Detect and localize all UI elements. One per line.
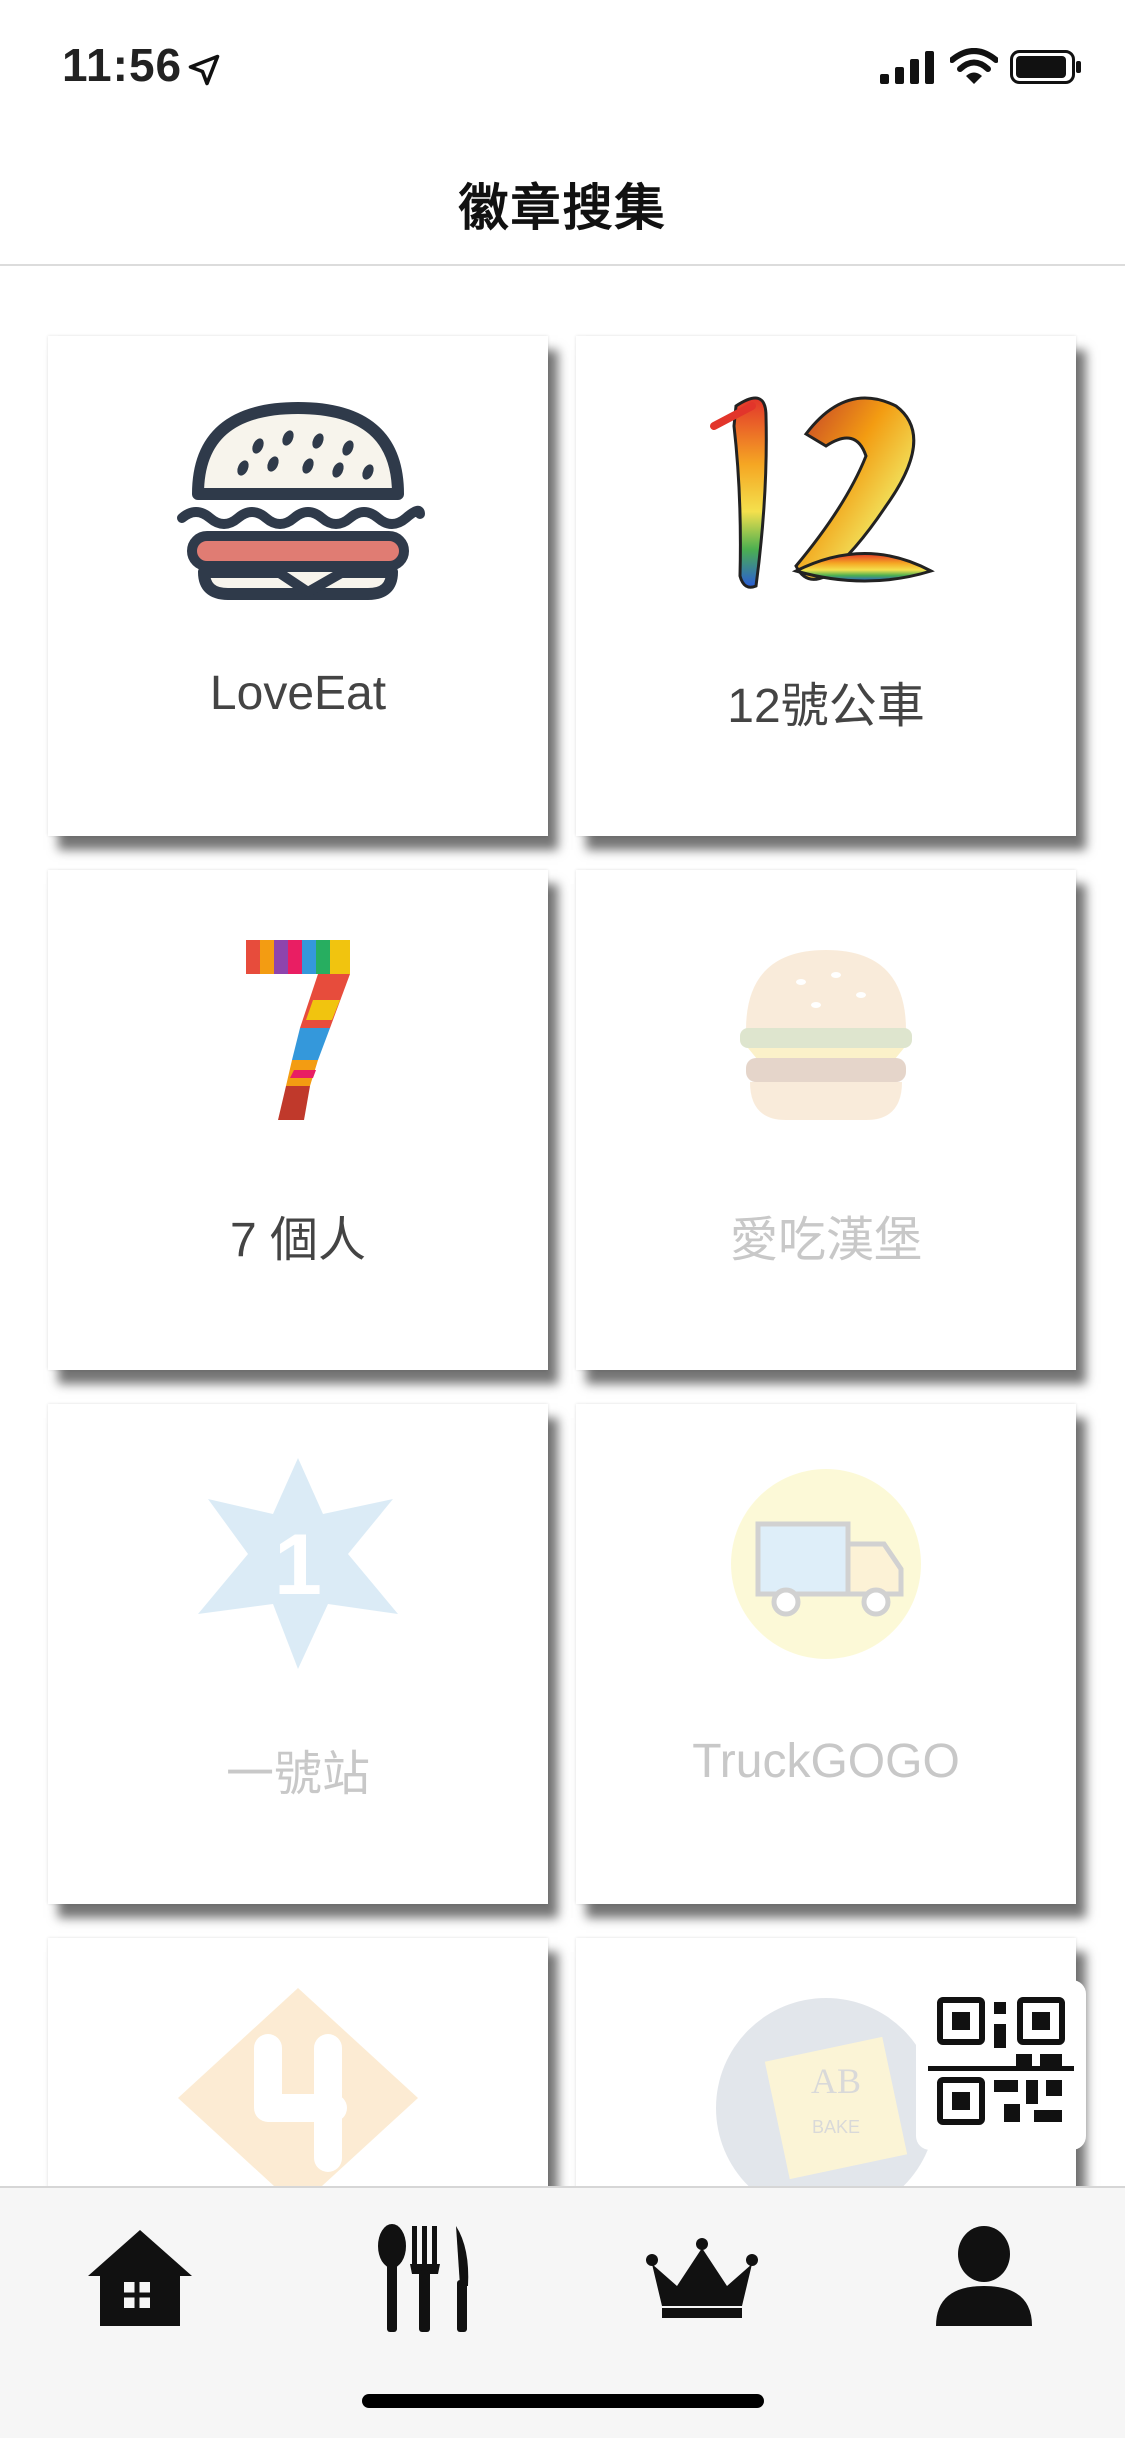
cutlery-icon	[378, 2224, 469, 2332]
tab-home[interactable]	[70, 2208, 210, 2348]
battery-icon	[1010, 50, 1081, 84]
badge-card-seven-people[interactable]: 7 個人	[48, 870, 548, 1370]
cellular-signal-icon	[880, 51, 934, 84]
wifi-icon	[950, 48, 998, 84]
svg-text:BAKE: BAKE	[812, 2117, 860, 2137]
svg-text:1: 1	[274, 1517, 322, 1613]
badge-card-love-burger[interactable]: 愛吃漢堡	[576, 870, 1076, 1370]
page-title: 徽章搜集	[458, 180, 667, 236]
diamond-4-icon	[178, 1988, 418, 2186]
cheeseburger-icon	[740, 950, 912, 1120]
tab-profile[interactable]	[914, 2208, 1054, 2348]
tab-dining[interactable]	[352, 2208, 492, 2348]
qr-code-icon	[928, 1997, 1074, 2125]
house-icon	[88, 2230, 192, 2326]
badge-label: LoveEat	[209, 667, 387, 720]
badge-card-truckgogo[interactable]: TruckGOGO	[576, 1404, 1076, 1904]
qr-scan-button[interactable]	[916, 1980, 1086, 2150]
badge-label: 7 個人	[229, 1214, 367, 1267]
badge-label: 愛吃漢堡	[729, 1214, 922, 1267]
crown-icon	[646, 2238, 758, 2318]
tab-ranking[interactable]	[632, 2208, 772, 2348]
badge-card-station-one[interactable]: 1 一號站	[48, 1404, 548, 1904]
status-bar: 11:56	[0, 0, 1125, 132]
badge-card-diamond-four[interactable]	[48, 1938, 548, 2186]
navigation-bar: 徽章搜集	[0, 132, 1125, 266]
badge-card-bus-12[interactable]: 12號公車	[576, 336, 1076, 836]
badge-label: 一號站	[225, 1748, 370, 1801]
star-1-icon: 1	[198, 1458, 398, 1669]
badge-label: 12號公車	[727, 680, 925, 733]
svg-text:AB: AB	[811, 2061, 861, 2101]
food-truck-icon	[731, 1469, 921, 1659]
person-icon	[936, 2226, 1032, 2326]
home-indicator[interactable]	[362, 2394, 764, 2408]
feather-12-icon	[710, 396, 935, 589]
badge-grid[interactable]: LoveEat 12號公車 7 個人 愛吃漢堡 1 一號站 TruckGOGO …	[0, 266, 1125, 2186]
badge-card-loveeat[interactable]: LoveEat	[48, 336, 548, 836]
burger-icon	[177, 402, 425, 600]
location-arrow-icon	[188, 54, 220, 86]
badge-label: TruckGOGO	[692, 1735, 960, 1788]
rainbow-7-icon	[246, 940, 350, 1120]
status-time: 11:56	[62, 39, 183, 91]
